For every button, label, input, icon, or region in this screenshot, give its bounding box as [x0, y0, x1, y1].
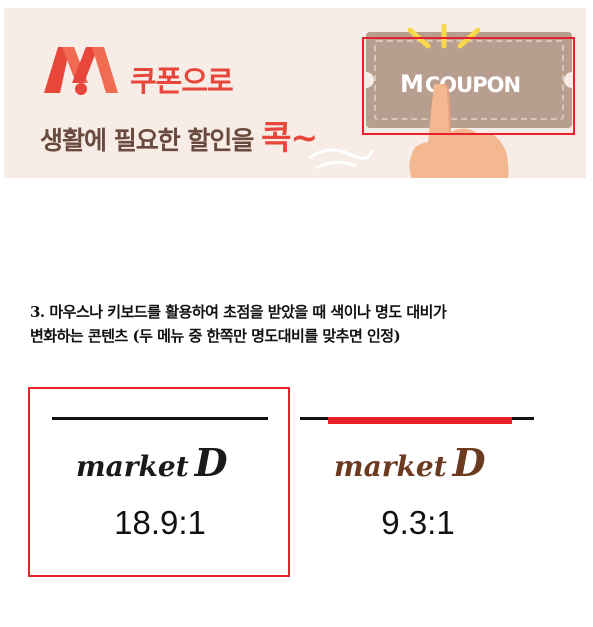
market-word: market — [334, 450, 447, 483]
market-word: market — [76, 450, 189, 483]
swirl-decoration-icon — [308, 148, 374, 170]
banner-subline-text: 생활에 필요한 할인을 — [40, 126, 262, 155]
hover-indicator-bar — [328, 417, 512, 424]
criterion-description: 3. 마우스나 키보드를 활용하여 초점을 받았을 때 색이나 명도 대비가 변… — [30, 300, 590, 348]
banner-headline: 쿠폰으로 — [130, 64, 234, 98]
market-d-logo-brown[interactable]: market D — [334, 440, 486, 485]
m-logo-icon — [44, 47, 118, 95]
market-d-logo-black[interactable]: market D — [76, 440, 228, 485]
focus-outline — [362, 37, 575, 135]
menu-top-line — [52, 417, 268, 420]
description-line-1: 3. 마우스나 키보드를 활용하여 초점을 받았을 때 색이나 명도 대비가 — [30, 303, 447, 321]
market-letter: D — [452, 440, 486, 485]
coupon-banner[interactable]: 쿠폰으로 생활에 필요한 할인을 콕~ MCOUPON — [4, 8, 586, 178]
contrast-ratio-label: 9.3:1 — [381, 504, 455, 541]
market-letter: D — [194, 440, 228, 485]
contrast-ratio-label: 18.9:1 — [114, 504, 206, 541]
banner-subline: 생활에 필요한 할인을 콕~ — [40, 111, 318, 159]
description-line-2: 변화하는 콘텐츠 (두 메뉴 중 한쪽만 명도대비를 맞추면 인정) — [30, 327, 401, 345]
